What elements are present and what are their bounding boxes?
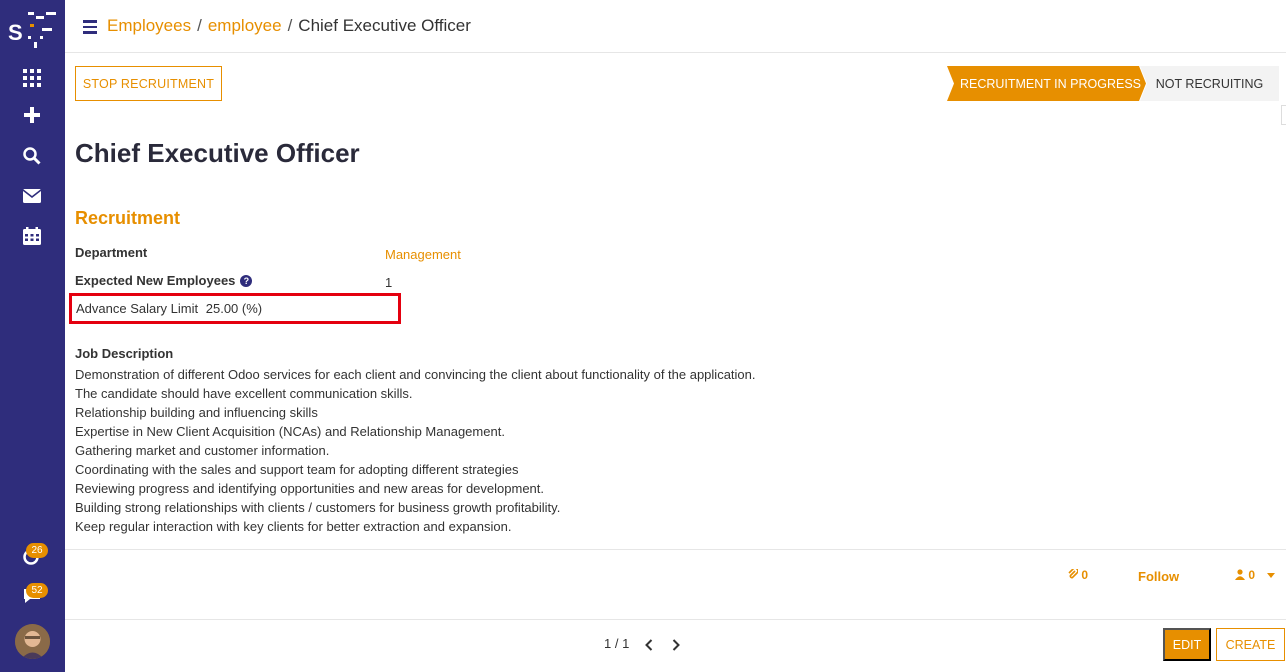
apps-grid-icon[interactable] bbox=[20, 66, 44, 90]
breadcrumb: Employees / employee / Chief Executive Offic… bbox=[107, 16, 471, 36]
stop-recruitment-button[interactable]: STOP RECRUITMENT bbox=[75, 66, 222, 101]
expected-employees-label-text: Expected New Employees bbox=[75, 273, 236, 288]
attachments-button[interactable]: 0 bbox=[1068, 567, 1089, 582]
job-description-line: The candidate should have excellent comm… bbox=[75, 386, 413, 401]
status-not-recruiting[interactable]: NOT RECRUITING bbox=[1140, 66, 1279, 101]
record-title: Chief Executive Officer bbox=[75, 138, 360, 168]
advance-salary-label: Advance Salary Limit bbox=[76, 301, 199, 316]
app-logo[interactable]: S bbox=[6, 6, 60, 52]
section-title-recruitment: Recruitment bbox=[75, 208, 181, 228]
edit-button[interactable]: EDIT bbox=[1163, 628, 1211, 661]
chatter-toggle-handle[interactable] bbox=[1281, 105, 1286, 125]
calendar-icon[interactable] bbox=[20, 224, 44, 248]
expected-employees-value: 1 bbox=[385, 275, 393, 290]
job-description-line: Relationship building and influencing sk… bbox=[75, 405, 318, 420]
job-description-line: Reviewing progress and identifying oppor… bbox=[75, 481, 545, 496]
followers-count: 0 bbox=[1248, 568, 1256, 582]
department-label: Department bbox=[75, 245, 148, 260]
attachments-count: 0 bbox=[1081, 568, 1089, 582]
help-icon[interactable]: ? bbox=[240, 275, 253, 287]
job-description-line: Gathering market and customer informatio… bbox=[75, 443, 330, 458]
svg-text:S: S bbox=[8, 20, 23, 45]
status-bar: RECRUITMENT IN PROGRESS NOT RECRUITING bbox=[947, 66, 1279, 101]
envelope-icon[interactable] bbox=[20, 184, 44, 208]
job-description: Demonstration of different Odoo services… bbox=[75, 365, 756, 536]
advance-salary-row: Advance Salary Limit 25.00 (%) bbox=[76, 301, 262, 316]
job-description-line: Keep regular interaction with key client… bbox=[75, 519, 512, 534]
plus-icon[interactable] bbox=[20, 103, 44, 127]
expected-employees-label: Expected New Employees? bbox=[75, 273, 253, 288]
status-recruitment-in-progress[interactable]: RECRUITMENT IN PROGRESS bbox=[947, 66, 1146, 101]
job-description-label: Job Description bbox=[75, 346, 174, 361]
job-description-line: Coordinating with the sales and support … bbox=[75, 462, 519, 477]
create-button[interactable]: CREATE bbox=[1216, 628, 1285, 661]
message-count-badge: 52 bbox=[26, 583, 48, 598]
department-value[interactable]: Management bbox=[385, 247, 461, 262]
pager-next-icon[interactable] bbox=[670, 638, 682, 652]
pager-previous-icon[interactable] bbox=[643, 638, 655, 652]
top-bar: Employees / employee / Chief Executive Offic… bbox=[65, 0, 1286, 53]
advance-salary-value: 25.00 (%) bbox=[205, 301, 263, 316]
job-description-line: Building strong relationships with clien… bbox=[75, 500, 561, 515]
breadcrumb-separator: / bbox=[197, 16, 202, 35]
followers-dropdown-icon[interactable] bbox=[1267, 573, 1275, 578]
divider bbox=[65, 619, 1286, 620]
followers-button[interactable]: 0 bbox=[1235, 568, 1255, 582]
search-icon[interactable] bbox=[20, 144, 44, 168]
breadcrumb-employee[interactable]: employee bbox=[208, 16, 282, 35]
activity-count-badge: 26 bbox=[26, 543, 48, 558]
pager-value[interactable]: 1 / 1 bbox=[604, 636, 629, 651]
job-description-line: Expertise in New Client Acquisition (NCA… bbox=[75, 424, 505, 439]
chatter-topbar: 0 Follow 0 bbox=[65, 560, 1286, 592]
menu-toggle-icon[interactable] bbox=[83, 20, 97, 34]
user-avatar[interactable] bbox=[15, 624, 50, 659]
breadcrumb-current: Chief Executive Officer bbox=[298, 16, 471, 35]
divider bbox=[65, 549, 1286, 550]
job-description-line: Demonstration of different Odoo services… bbox=[75, 367, 756, 382]
sidebar: S 26 52 bbox=[0, 0, 65, 672]
breadcrumb-separator: / bbox=[287, 16, 293, 35]
follow-button[interactable]: Follow bbox=[1138, 569, 1179, 584]
breadcrumb-employees[interactable]: Employees bbox=[107, 16, 191, 35]
